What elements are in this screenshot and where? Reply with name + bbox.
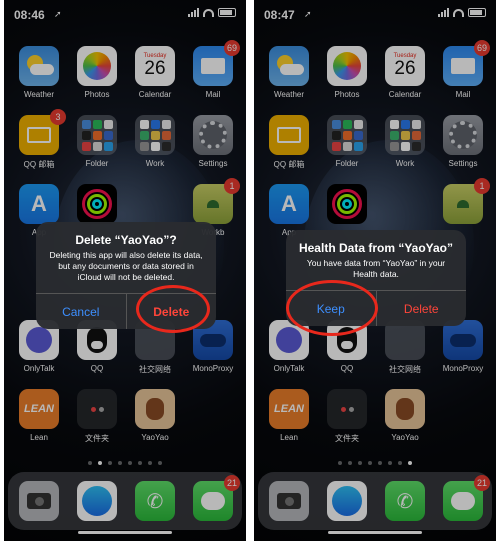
phone-screen-left: 08:46 ➚ Weather Photos Tuesday 26 Calend… [4, 0, 246, 541]
highlight-circle-keep [286, 280, 378, 336]
delete-button[interactable]: Delete [375, 291, 467, 326]
cancel-button[interactable]: Cancel [36, 294, 126, 329]
phone-screen-right: 08:47 ➚ Weather Photos Tuesday 26 Calend… [254, 0, 496, 541]
alert-title: Health Data from “YaoYao” [298, 241, 454, 255]
highlight-circle-delete [136, 285, 210, 333]
alert-title: Delete “YaoYao”? [75, 233, 177, 247]
